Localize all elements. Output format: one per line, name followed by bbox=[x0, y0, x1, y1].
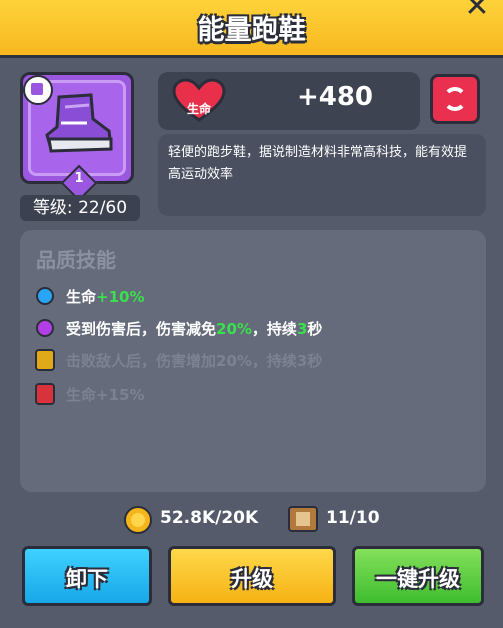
close-icon[interactable]: ✕ bbox=[457, 0, 497, 22]
skill-text: 受到伤害后，伤害减免20%，持续3秒 bbox=[66, 320, 323, 338]
hp-skill-dot-icon bbox=[36, 287, 54, 305]
upgrade-button[interactable]: 升级 bbox=[168, 546, 336, 606]
upgrade-scroll-icon bbox=[288, 506, 318, 532]
stat-value: +480 bbox=[296, 82, 374, 112]
page-title: 能量跑鞋 bbox=[197, 15, 306, 46]
scroll-count: 11/10 bbox=[326, 508, 380, 528]
skill-text: 生命+15% bbox=[66, 386, 145, 404]
gold-count: 52.8K/20K bbox=[160, 508, 259, 528]
item-level: 等级: 22/60 bbox=[20, 195, 140, 221]
header-bar: 能量跑鞋 ✕ bbox=[0, 0, 503, 58]
quality-skills-panel: 品质技能 生命+10% 受到伤害后，伤害减免20%，持续3秒 击败敌人后，伤害增… bbox=[20, 230, 486, 492]
one-click-upgrade-label: 一键升级 bbox=[376, 567, 460, 591]
skill-text: 生命+10% bbox=[66, 288, 145, 306]
stat-label: 生命 bbox=[186, 102, 211, 116]
item-description: 轻便的跑步鞋，据说制造材料非常高科技，能有效提高运动效率 bbox=[158, 134, 486, 216]
one-click-upgrade-button[interactable]: 一键升级 bbox=[352, 546, 484, 606]
gold-coin-icon bbox=[124, 506, 152, 534]
lock-icon bbox=[35, 349, 55, 371]
description-text: 轻便的跑步鞋，据说制造材料非常高科技，能有效提高运动效率 bbox=[168, 145, 468, 182]
skill-text: 击败敌人后，伤害增加20%，持续3秒 bbox=[66, 352, 323, 370]
refresh-icon bbox=[443, 87, 467, 111]
unequip-button[interactable]: 卸下 bbox=[22, 546, 152, 606]
lock-icon bbox=[35, 383, 55, 405]
skills-title: 品质技能 bbox=[36, 248, 116, 272]
rank-number: 1 bbox=[74, 171, 84, 186]
swap-button[interactable] bbox=[430, 74, 480, 124]
upgrade-label: 升级 bbox=[231, 567, 273, 591]
damage-reduction-dot-icon bbox=[36, 319, 54, 337]
unequip-label: 卸下 bbox=[66, 567, 108, 591]
category-icon bbox=[23, 75, 53, 105]
